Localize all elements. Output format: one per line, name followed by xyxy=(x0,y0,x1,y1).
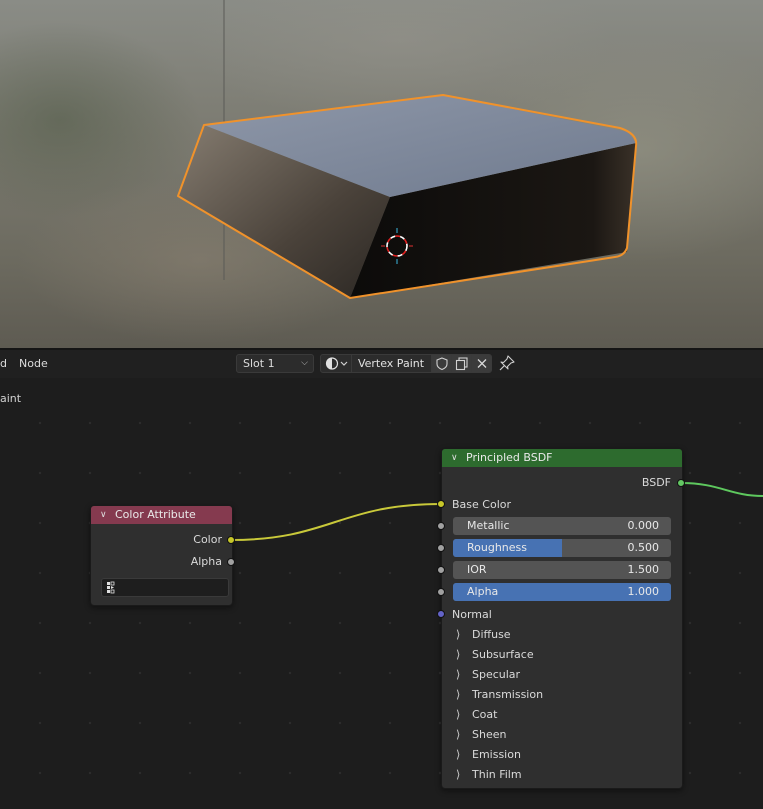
new-material-button[interactable] xyxy=(451,355,472,372)
metallic-field[interactable]: Metallic 0.000 xyxy=(453,517,671,535)
chevron-right-icon: ⟩ xyxy=(456,728,461,741)
panel-transmission[interactable]: ⟩ Transmission xyxy=(456,686,543,704)
output-bsdf-label: BSDF xyxy=(641,476,671,489)
fake-user-button[interactable] xyxy=(431,355,452,372)
panel-sheen[interactable]: ⟩ Sheen xyxy=(456,726,506,744)
header-menu-cut[interactable]: d xyxy=(0,357,7,370)
close-icon xyxy=(477,359,487,368)
chevron-down-icon[interactable]: ∨ xyxy=(100,506,107,524)
input-base-color-label: Base Color xyxy=(452,498,512,511)
panel-diffuse[interactable]: ⟩ Diffuse xyxy=(456,626,511,644)
principled-bsdf-node-header[interactable]: ∨ Principled BSDF xyxy=(442,449,682,467)
panel-thin-film-label: Thin Film xyxy=(472,768,522,781)
socket-ior-input[interactable] xyxy=(437,566,445,574)
socket-alpha-input[interactable] xyxy=(437,588,445,596)
material-browse-button[interactable] xyxy=(321,355,352,372)
chevron-down-icon: ⌵ xyxy=(301,358,308,368)
material-name-field[interactable]: Vertex Paint xyxy=(352,355,430,372)
roughness-value: 0.500 xyxy=(627,541,660,554)
material-sphere-icon xyxy=(325,357,348,370)
ior-field[interactable]: IOR 1.500 xyxy=(453,561,671,579)
socket-color-output[interactable] xyxy=(227,536,235,544)
socket-alpha-output[interactable] xyxy=(227,558,235,566)
panel-subsurface[interactable]: ⟩ Subsurface xyxy=(456,646,534,664)
panel-thin-film[interactable]: ⟩ Thin Film xyxy=(456,766,522,784)
attribute-name-field[interactable] xyxy=(101,578,229,597)
panel-coat-label: Coat xyxy=(472,708,498,721)
link-color-to-base-color xyxy=(230,503,442,541)
color-attribute-node[interactable]: ∨ Color Attribute Color Alpha xyxy=(90,505,233,606)
pin-button[interactable] xyxy=(498,354,516,372)
attribute-icon xyxy=(107,581,115,594)
metallic-value: 0.000 xyxy=(627,519,660,532)
panel-transmission-label: Transmission xyxy=(472,688,544,701)
panel-coat[interactable]: ⟩ Coat xyxy=(456,706,497,724)
output-color-label: Color xyxy=(193,533,222,546)
color-attribute-node-header[interactable]: ∨ Color Attribute xyxy=(91,506,232,524)
alpha-value: 1.000 xyxy=(627,585,660,598)
input-normal-label: Normal xyxy=(452,608,492,621)
panel-emission[interactable]: ⟩ Emission xyxy=(456,746,521,764)
output-alpha-label: Alpha xyxy=(190,555,222,568)
panel-emission-label: Emission xyxy=(472,748,521,761)
roughness-field[interactable]: Roughness 0.500 xyxy=(453,539,671,557)
chevron-right-icon: ⟩ xyxy=(456,748,461,761)
panel-specular-label: Specular xyxy=(472,668,521,681)
socket-metallic-input[interactable] xyxy=(437,522,445,530)
chevron-right-icon: ⟩ xyxy=(456,628,461,641)
panel-diffuse-label: Diffuse xyxy=(472,628,511,641)
chevron-down-icon[interactable]: ∨ xyxy=(451,449,458,467)
chevron-right-icon: ⟩ xyxy=(456,768,461,781)
socket-roughness-input[interactable] xyxy=(437,544,445,552)
chevron-right-icon: ⟩ xyxy=(456,648,461,661)
metallic-label: Metallic xyxy=(467,519,510,532)
viewport-scene xyxy=(177,0,638,299)
link-bsdf-output xyxy=(680,482,763,497)
node-editor-canvas[interactable]: aint ∨ Color Attribute Color Alpha ∨ Pri… xyxy=(0,378,763,809)
alpha-label: Alpha xyxy=(467,585,499,598)
chevron-right-icon: ⟩ xyxy=(456,708,461,721)
slot-label: Slot 1 xyxy=(243,357,275,370)
3d-viewport[interactable] xyxy=(0,0,763,348)
color-attribute-title: Color Attribute xyxy=(115,508,196,521)
principled-bsdf-node[interactable]: ∨ Principled BSDF BSDF Base Color Metall… xyxy=(441,448,683,789)
socket-bsdf-output[interactable] xyxy=(677,479,685,487)
panel-sheen-label: Sheen xyxy=(472,728,507,741)
unlink-material-button[interactable] xyxy=(471,355,491,372)
chevron-right-icon: ⟩ xyxy=(456,688,461,701)
slot-dropdown[interactable]: Slot 1 ⌵ xyxy=(236,354,314,373)
panel-specular[interactable]: ⟩ Specular xyxy=(456,666,520,684)
duplicate-icon xyxy=(455,357,468,371)
roughness-label: Roughness xyxy=(467,541,528,554)
alpha-field[interactable]: Alpha 1.000 xyxy=(453,583,671,601)
pin-icon xyxy=(499,355,515,371)
principled-bsdf-title: Principled BSDF xyxy=(466,451,553,464)
ior-label: IOR xyxy=(467,563,487,576)
node-menu[interactable]: Node xyxy=(19,357,48,370)
chevron-right-icon: ⟩ xyxy=(456,668,461,681)
socket-base-color-input[interactable] xyxy=(437,500,445,508)
panel-subsurface-label: Subsurface xyxy=(472,648,534,661)
shield-icon xyxy=(436,357,448,371)
socket-normal-input[interactable] xyxy=(437,610,445,618)
material-selector: Vertex Paint xyxy=(320,354,492,373)
ior-value: 1.500 xyxy=(627,563,660,576)
